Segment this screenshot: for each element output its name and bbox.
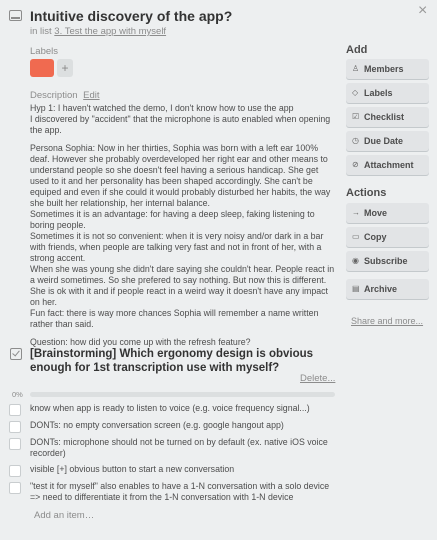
archive-icon: ▤ [352,284,360,293]
subscribe-button[interactable]: ◉ Subscribe [346,251,429,271]
attachment-button[interactable]: ⊘ Attachment [346,155,429,175]
actions-heading: Actions [346,187,387,199]
checklist-progress-bar [30,392,335,397]
share-and-more-link[interactable]: Share and more... [351,316,423,326]
list-link[interactable]: 3. Test the app with myself [54,26,166,37]
edit-description-link[interactable]: Edit [83,90,99,101]
delete-checklist-link[interactable]: Delete... [300,373,335,384]
checklist-item-checkbox[interactable] [9,465,21,477]
checklist-item-text[interactable]: DONTs: no empty conversation screen (e.g… [30,420,335,431]
clock-icon: ◷ [352,136,359,145]
checklist-title[interactable]: [Brainstorming] Which ergonomy design is… [30,347,340,375]
checklist-item-checkbox[interactable] [9,421,21,433]
archive-button-label: Archive [364,284,398,294]
labels-button[interactable]: ◇ Labels [346,83,429,103]
checklist-icon [10,348,22,360]
checklist-item-text[interactable]: "test it for myself" also enables to hav… [30,481,335,503]
archive-button[interactable]: ▤ Archive [346,279,429,299]
move-button[interactable]: → Move [346,203,429,223]
checklist-item-text[interactable]: know when app is ready to listen to voic… [30,403,335,414]
copy-icon: ▭ [352,232,360,241]
labels-heading: Labels [30,46,58,57]
checklist-item-checkbox[interactable] [9,404,21,416]
close-icon[interactable]: × [418,2,427,20]
paperclip-icon: ⊘ [352,160,359,169]
description-paragraph: Hyp 1: I haven't watched the demo, I don… [30,103,331,135]
description-text[interactable]: Hyp 1: I haven't watched the demo, I don… [30,103,338,355]
card-icon [9,10,22,21]
label-chip-red[interactable] [30,59,54,77]
members-button-label: Members [364,64,404,74]
checklist-button-label: Checklist [364,112,405,122]
checklist-item-text[interactable]: visible [+] obvious button to start a ne… [30,464,335,475]
labels-button-label: Labels [364,88,393,98]
subscribe-button-label: Subscribe [364,256,408,266]
checklist-button[interactable]: ☑ Checklist [346,107,429,127]
description-heading-label: Description [30,90,78,101]
arrow-right-icon: → [352,208,360,217]
checklist-item-text[interactable]: DONTs: microphone should not be turned o… [30,437,335,459]
copy-button[interactable]: ▭ Copy [346,227,429,247]
description-paragraph: Persona Sophia: Now in her thirties, Sop… [30,143,335,329]
checklist-item-checkbox[interactable] [9,482,21,494]
checklist-progress-percent: 0% [12,390,23,399]
checklist-icon: ☑ [352,112,360,121]
attachment-button-label: Attachment [364,160,414,170]
checklist-item-checkbox[interactable] [9,438,21,450]
card-title[interactable]: Intuitive discovery of the app? [30,8,232,24]
copy-button-label: Copy [364,232,387,242]
members-button[interactable]: ♙ Members [346,59,429,79]
add-heading: Add [346,44,368,56]
add-checklist-item-link[interactable]: Add an item… [34,510,94,521]
description-heading: Description Edit [30,90,100,101]
move-button-label: Move [364,208,388,218]
person-icon: ♙ [352,64,360,73]
due-date-button[interactable]: ◷ Due Date [346,131,429,151]
in-list-prefix: in list [30,26,52,37]
add-label-button[interactable]: + [57,59,73,77]
eye-icon: ◉ [352,256,359,265]
tag-icon: ◇ [352,88,359,97]
in-list-info: in list 3. Test the app with myself [30,26,166,37]
due-date-button-label: Due Date [364,136,404,146]
